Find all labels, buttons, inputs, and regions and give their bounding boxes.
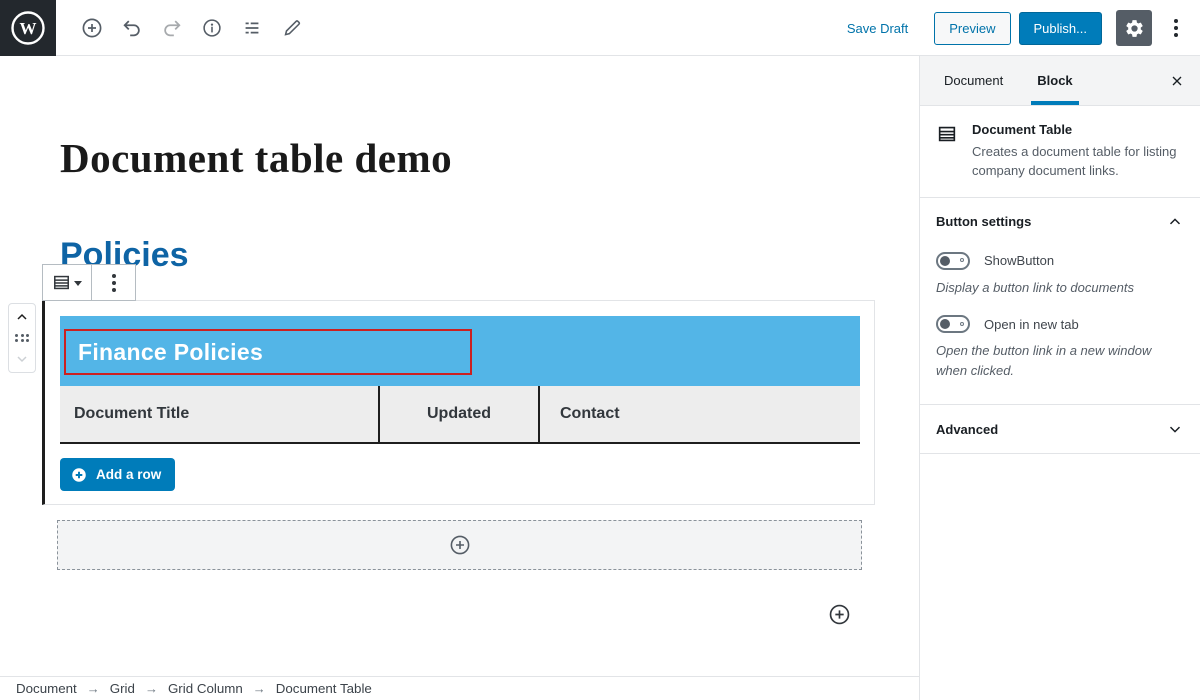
bottom-inserter-button[interactable] [826,601,852,627]
block-toolbar [42,264,136,301]
ellipsis-icon [1174,19,1178,37]
settings-gear-button[interactable] [1116,10,1152,46]
open-new-tab-toggle-row: Open in new tab [936,315,1184,333]
document-table-block[interactable]: Finance Policies Document Title Updated … [42,300,875,505]
breadcrumb-item-grid-column[interactable]: Grid Column [168,681,243,696]
block-description: Creates a document table for listing com… [972,143,1184,181]
sidebar-tabs: Document Block [920,56,1200,106]
breadcrumb: Document → Grid → Grid Column → Document… [0,676,919,700]
block-navigation-button[interactable] [232,12,272,44]
undo-button[interactable] [112,12,152,44]
edit-mode-button[interactable] [272,12,312,44]
button-settings-body: ShowButton Display a button link to docu… [920,252,1200,405]
plus-alt-icon [70,466,88,484]
table-caption-bar: Finance Policies [60,316,860,386]
table-icon [52,273,71,292]
showbutton-toggle-help: Display a button link to documents [936,278,1184,298]
wordpress-logo-button[interactable]: W [0,0,56,56]
move-down-button[interactable] [11,350,33,368]
plus-circle-icon [448,533,472,557]
block-options-button[interactable] [91,265,135,300]
plus-circle-icon [80,16,104,40]
advanced-panel: Advanced [920,405,1200,454]
table-header-row: Document Title Updated Contact [60,386,860,444]
gear-icon [1124,18,1145,39]
editor-top-bar: W [0,0,1200,56]
showbutton-toggle-label: ShowButton [984,253,1054,268]
arrow-separator-icon: → [87,681,100,696]
block-mover [8,303,36,373]
table-block-type-button[interactable] [43,265,91,300]
dropdown-caret-icon [74,281,82,286]
undo-icon [121,17,143,39]
chevron-up-icon [1166,213,1184,231]
block-card-text: Document Table Creates a document table … [972,122,1184,181]
list-view-icon [241,17,263,39]
content-structure-button[interactable] [192,12,232,44]
advanced-panel-header[interactable]: Advanced [920,405,1200,453]
move-up-button[interactable] [11,308,33,326]
column-header-document-title: Document Title [60,386,378,442]
drag-handle[interactable] [11,329,33,347]
breadcrumb-item-document-table[interactable]: Document Table [276,681,372,696]
arrow-separator-icon: → [253,681,266,696]
advanced-title: Advanced [936,422,998,437]
redo-icon [161,17,183,39]
open-new-tab-toggle-label: Open in new tab [984,317,1079,332]
drag-handle-icon [15,334,29,343]
block-inserter-button[interactable] [72,12,112,44]
redo-button[interactable] [152,12,192,44]
tab-document[interactable]: Document [938,56,1009,105]
breadcrumb-item-grid[interactable]: Grid [110,681,135,696]
save-draft-button[interactable]: Save Draft [847,21,908,36]
table-caption-field[interactable]: Finance Policies [64,329,472,375]
svg-text:W: W [20,19,37,38]
block-appender[interactable] [57,520,862,570]
chevron-down-icon [1166,420,1184,438]
plus-circle-icon [827,602,852,627]
preview-button[interactable]: Preview [934,12,1010,45]
showbutton-toggle[interactable] [936,252,970,270]
button-settings-title: Button settings [936,214,1031,229]
editor-toolbar [72,12,312,44]
breadcrumb-item-document[interactable]: Document [16,681,77,696]
button-settings-panel: Button settings ShowButton Display a but… [920,198,1200,406]
showbutton-toggle-row: ShowButton [936,252,1184,270]
table-caption-text: Finance Policies [66,339,263,366]
topbar-actions: Save Draft Preview Publish... [847,0,1188,56]
settings-sidebar: Document Block Document Table Creates a … [919,56,1200,700]
post-title-field[interactable]: Document table demo [60,134,452,182]
pencil-icon [281,17,303,39]
info-icon [201,17,223,39]
block-title: Document Table [972,122,1184,137]
table-block-icon [936,122,958,181]
block-card: Document Table Creates a document table … [920,106,1200,198]
close-sidebar-button[interactable] [1162,66,1192,96]
arrow-separator-icon: → [145,681,158,696]
open-new-tab-toggle-help: Open the button link in a new window whe… [936,341,1184,380]
close-icon [1169,73,1185,89]
wordpress-logo-icon: W [9,9,47,47]
publish-button[interactable]: Publish... [1019,12,1102,45]
tab-block[interactable]: Block [1031,56,1078,105]
ellipsis-icon [112,274,116,292]
editor-canvas: Document table demo Policies [0,56,919,700]
open-new-tab-toggle[interactable] [936,315,970,333]
add-row-label: Add a row [96,467,161,482]
more-tools-button[interactable] [1164,10,1188,46]
column-header-contact: Contact [538,386,860,442]
button-settings-panel-header[interactable]: Button settings [920,198,1200,246]
add-row-button[interactable]: Add a row [60,458,175,491]
column-header-updated: Updated [378,386,538,442]
